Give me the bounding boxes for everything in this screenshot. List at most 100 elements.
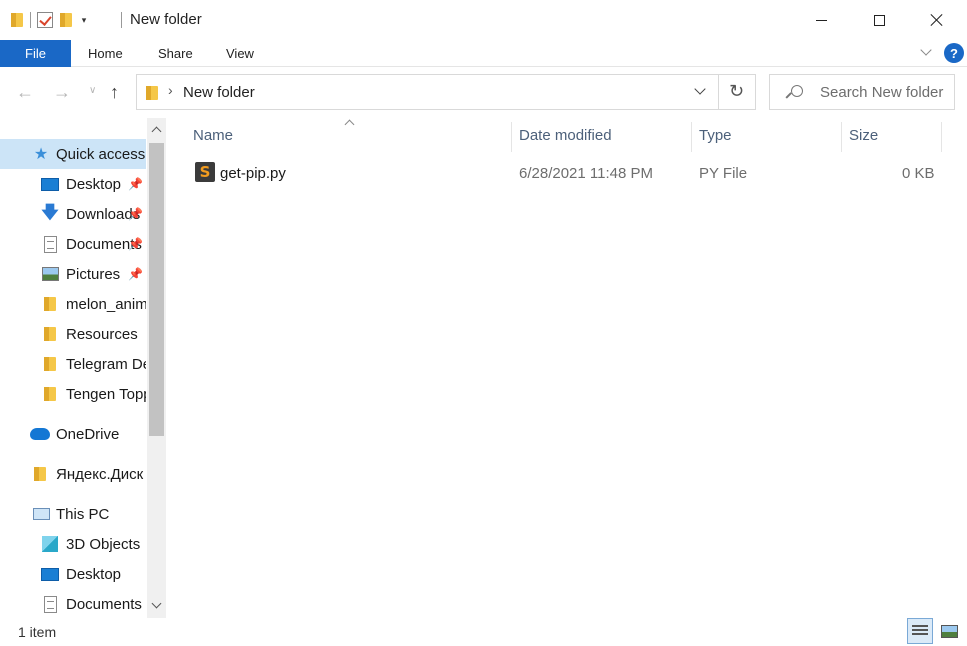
address-row: ← → ∨ ↑ › New folder ↻ Search New folder [0,68,967,118]
tab-share[interactable]: Share [158,40,193,67]
star-icon: ★ [33,146,49,163]
nav-item-resources[interactable]: Resources [0,319,146,349]
3d-objects-icon [40,534,60,554]
nav-item-documents-pc[interactable]: Documents [0,589,146,618]
nav-item-this-pc[interactable]: This PC [0,499,146,529]
nav-item-label: Quick access [56,145,146,163]
scrollbar-thumb[interactable] [149,143,164,436]
customize-toolbar-icon[interactable]: ▾ [79,15,89,26]
close-button[interactable] [908,0,966,40]
pin-icon: 📌 [128,267,143,281]
folder-icon [40,294,60,314]
file-size: 0 KB [902,165,935,182]
nav-item-label: Desktop [66,565,122,583]
column-divider[interactable] [841,122,842,152]
nav-item-melon-animation[interactable]: melon_animation [0,289,146,319]
column-header-name[interactable]: Name [193,118,233,152]
up-arrow-icon[interactable]: ↑ [110,82,119,103]
address-dropdown-icon[interactable] [694,85,706,97]
breadcrumb-new-folder[interactable]: New folder [183,84,255,101]
maximize-button[interactable] [850,0,908,40]
column-divider[interactable] [941,122,942,152]
table-row[interactable]: S get-pip.py 6/28/2021 11:48 PM PY File … [188,158,948,188]
refresh-icon[interactable]: ↻ [729,81,744,102]
details-view-icon [912,625,928,637]
back-arrow-icon[interactable]: ← [16,82,34,103]
document-icon [40,594,60,614]
address-divider [718,75,719,109]
navigation-pane[interactable]: ★ Quick access Desktop 📌 🡇 Downloads 📌 D… [0,118,168,618]
forward-arrow-icon[interactable]: → [53,82,71,103]
folder-icon [145,85,159,101]
folder-icon [40,354,60,374]
nav-item-pictures[interactable]: Pictures 📌 [0,259,146,289]
nav-item-desktop[interactable]: Desktop 📌 [0,169,146,199]
file-list[interactable]: Name Date modified Type Size S get-pip.p… [168,118,967,618]
pin-icon: 📌 [128,177,143,191]
nav-item-label: OneDrive [56,425,120,443]
file-date: 6/28/2021 11:48 PM [519,165,653,182]
nav-item-label: 3D Objects [66,535,141,553]
nav-item-label: melon_animation [66,295,146,313]
nav-item-3d-objects[interactable]: 3D Objects [0,529,146,559]
expand-ribbon-icon[interactable] [920,46,934,60]
nav-item-documents[interactable]: Documents 📌 [0,229,146,259]
nav-item-onedrive[interactable]: OneDrive [0,419,146,449]
breadcrumb-chevron-icon[interactable]: › [168,82,173,98]
new-folder-icon[interactable] [59,12,73,28]
yandex-disk-icon [30,464,50,484]
status-bar: 1 item [0,618,967,646]
pin-icon: 📌 [128,207,143,221]
nav-item-desktop-pc[interactable]: Desktop [0,559,146,589]
nav-item-label: Pictures [66,265,121,283]
ribbon-tabs: File Home Share View ? [0,40,967,67]
nav-item-label: Resources [66,325,138,343]
column-divider[interactable] [691,122,692,152]
sublime-file-icon: S [195,162,215,182]
column-divider[interactable] [511,122,512,152]
nav-item-label: Documents [66,595,142,613]
scroll-down-icon[interactable] [147,596,166,616]
folder-icon [10,12,24,28]
desktop-icon [40,174,60,194]
nav-item-telegram-desktop[interactable]: Telegram Desktop [0,349,146,379]
help-icon[interactable]: ? [944,43,964,63]
recent-locations-chevron-icon[interactable]: ∨ [89,85,96,96]
column-header-size[interactable]: Size [849,118,878,152]
close-icon [930,13,944,27]
address-bar[interactable]: › New folder ↻ [136,74,756,110]
file-type: PY File [699,165,748,182]
window-title: New folder [130,11,202,28]
nav-item-tengen-toppa[interactable]: Tengen Toppa [0,379,146,409]
pin-icon: 📌 [128,237,143,251]
pc-icon [31,504,51,524]
pictures-icon [40,264,60,284]
minimize-icon [815,19,827,21]
toolbar-divider [30,12,31,28]
desktop-icon [40,564,60,584]
large-icons-view-icon [940,624,958,638]
search-input[interactable]: Search New folder [769,74,955,110]
large-icons-view-button[interactable] [938,620,960,642]
tab-view[interactable]: View [226,40,254,67]
nav-scrollbar[interactable] [147,118,166,618]
column-header-type[interactable]: Type [699,118,732,152]
nav-item-label: Яндекс.Диск [56,465,144,483]
folder-icon [40,384,60,404]
nav-item-label: Telegram Desktop [66,355,146,373]
file-name: get-pip.py [220,165,286,182]
title-divider [121,12,122,28]
scroll-up-icon[interactable] [147,120,166,140]
column-header-date-modified[interactable]: Date modified [519,118,612,152]
folder-icon [40,324,60,344]
nav-item-quick-access[interactable]: ★ Quick access [0,139,146,169]
minimize-button[interactable] [792,0,850,40]
properties-icon[interactable] [37,12,53,28]
nav-item-label: This PC [56,505,110,523]
tab-file[interactable]: File [0,40,71,67]
nav-item-yandex-disk[interactable]: Яндекс.Диск [0,459,146,489]
search-placeholder: Search New folder [820,84,944,101]
nav-item-downloads[interactable]: 🡇 Downloads 📌 [0,199,146,229]
tab-home[interactable]: Home [88,40,123,67]
details-view-button[interactable] [907,618,933,644]
